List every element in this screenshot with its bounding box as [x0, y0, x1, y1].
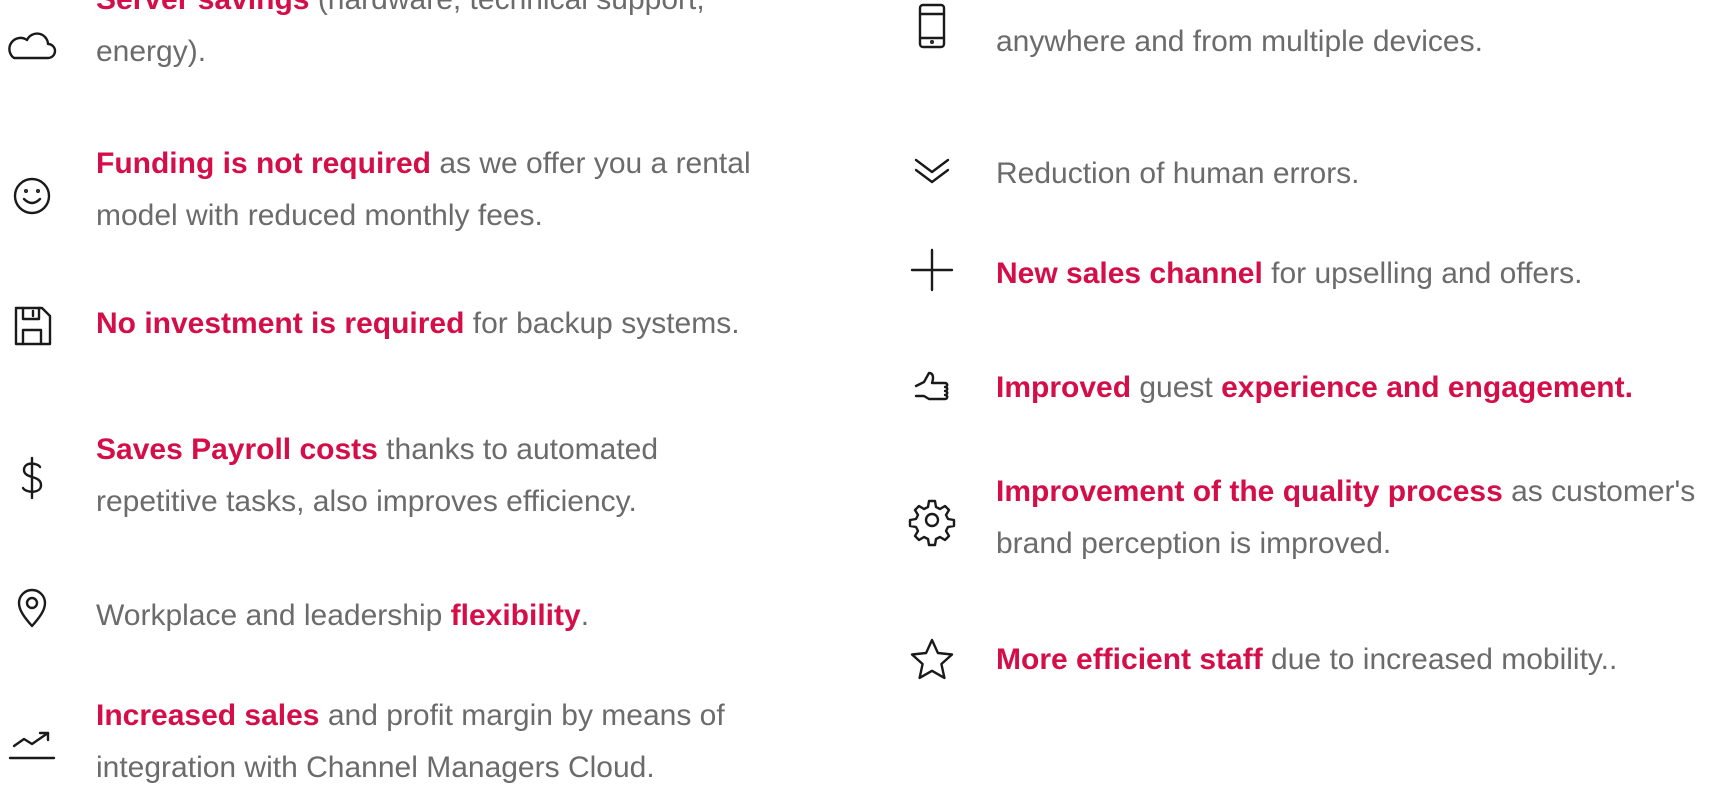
- dollar-icon: [0, 450, 64, 506]
- highlight-text: access: [1156, 0, 1256, 6]
- highlight-text: Server savings: [96, 0, 309, 16]
- gear-icon: [900, 492, 964, 548]
- mobile-device-icon: [900, 0, 964, 54]
- body-text: guest: [1131, 371, 1222, 404]
- floppy-disk-icon: [0, 298, 64, 354]
- highlight-text: Saves Payroll costs: [96, 433, 378, 466]
- highlight-text: More efficient staff: [996, 643, 1263, 676]
- body-text: Reduction of human errors.: [996, 157, 1360, 190]
- highlight-text: flexibility: [450, 599, 581, 632]
- double-chevron-down-icon: [900, 142, 964, 198]
- benefit-text: Improved guest experience and engagement…: [996, 362, 1706, 414]
- benefit-text: Funding is not required as we offer you …: [96, 138, 780, 242]
- smiley-icon: [0, 168, 64, 224]
- highlight-text: No investment is required: [96, 307, 465, 340]
- benefit-text: Server savings (hardware, technical supp…: [96, 0, 780, 78]
- plus-icon: [900, 242, 964, 298]
- body-text: Workplace and leadership: [96, 599, 451, 632]
- highlight-text: Improvement of the quality process: [996, 475, 1503, 508]
- body-text: .: [580, 599, 590, 632]
- benefit-text: Reduction of human errors.: [996, 148, 1706, 200]
- body-text: to the PMS software from anywhere and fr…: [996, 0, 1603, 58]
- highlight-text: New sales channel: [996, 257, 1263, 290]
- highlight-text: Improved: [996, 371, 1132, 404]
- highlight-text: Increased sales: [96, 699, 320, 732]
- cloud-icon: [0, 18, 64, 74]
- highlight-text: experience and engagement.: [1221, 371, 1633, 404]
- highlight-text: Funding is not required: [96, 147, 431, 180]
- body-text: Users have: [996, 0, 1156, 6]
- benefit-text: Improvement of the quality process as cu…: [996, 466, 1706, 570]
- benefit-text: No investment is required for backup sys…: [96, 298, 780, 350]
- benefit-text: New sales channel for upselling and offe…: [996, 248, 1706, 300]
- benefit-text: Workplace and leadership flexibility.: [96, 590, 780, 642]
- benefit-text: More efficient staff due to increased mo…: [996, 634, 1706, 686]
- benefit-text: Increased sales and profit margin by mea…: [96, 690, 780, 794]
- benefit-text: Saves Payroll costs thanks to automated …: [96, 424, 780, 528]
- body-text: due to increased mobility..: [1262, 643, 1618, 676]
- thumbs-up-icon: [900, 360, 964, 416]
- trend-up-icon: [0, 714, 64, 770]
- benefit-text: Users have access to the PMS software fr…: [996, 0, 1706, 68]
- map-pin-icon: [0, 580, 64, 636]
- star-icon: [900, 632, 964, 688]
- body-text: for backup systems.: [464, 307, 740, 340]
- body-text: for upselling and offers.: [1262, 257, 1583, 290]
